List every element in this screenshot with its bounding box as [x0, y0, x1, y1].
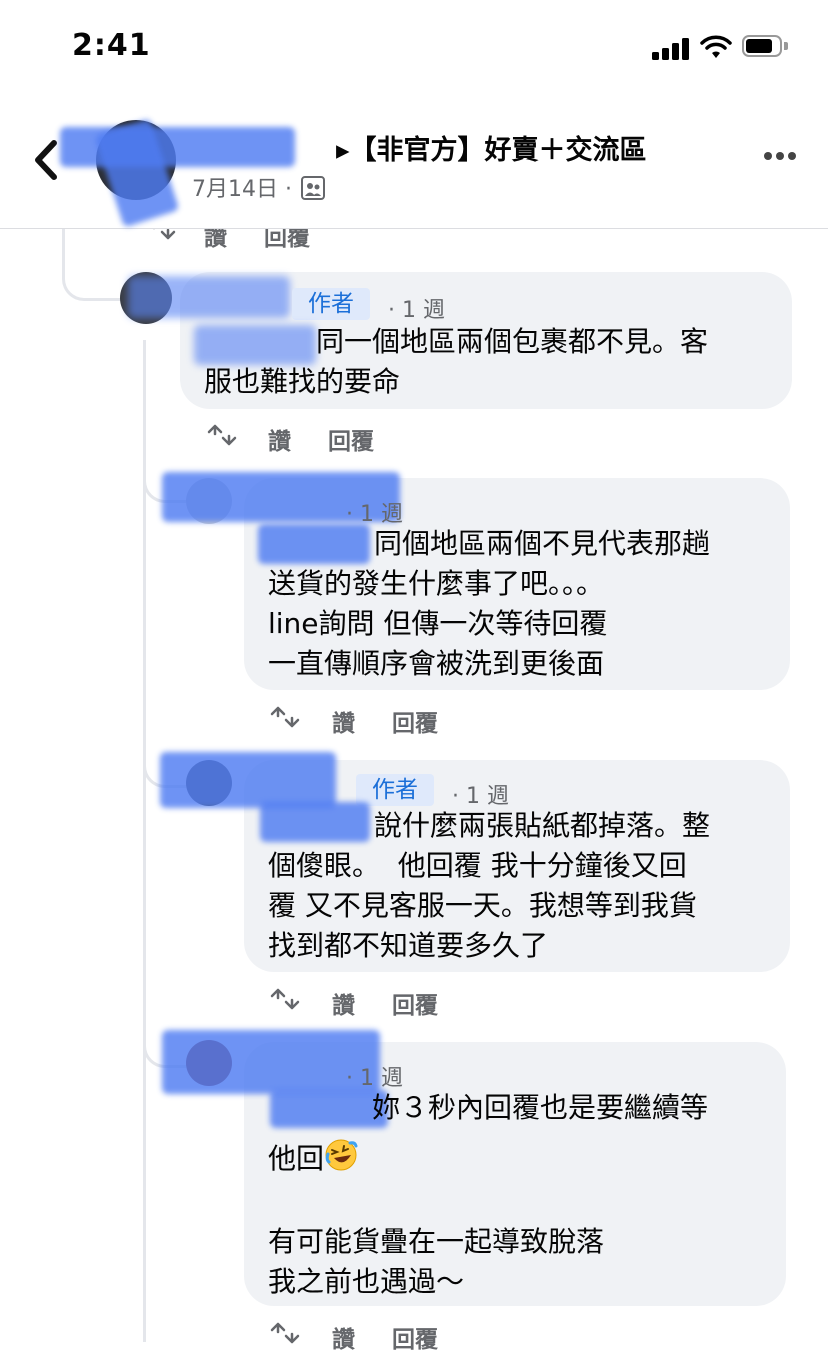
- like-button[interactable]: 讚: [332, 986, 355, 1020]
- status-time: 2:41: [72, 28, 151, 63]
- comment-text-line: 同一個地區兩個包裹都不見。客: [316, 325, 709, 358]
- comment-text-line: 他回: [268, 1138, 358, 1179]
- comment-text-line: 同個地區兩個不見代表那趟: [374, 527, 711, 560]
- comment-text-line: line詢問 但傳一次等待回覆: [268, 607, 608, 640]
- comment-text-line: 有可能貨疊在一起導致脫落: [268, 1225, 605, 1258]
- post-date: 7月14日 ·: [192, 171, 325, 203]
- like-button[interactable]: 讚: [332, 1320, 355, 1354]
- comment-text-line: 妳３秒內回覆也是要繼續等: [372, 1091, 709, 1124]
- group-icon: [300, 176, 325, 200]
- comment-text-line: 找到都不知道要多久了: [268, 929, 549, 962]
- share-icon[interactable]: [268, 700, 302, 734]
- more-options-icon[interactable]: [760, 149, 800, 163]
- group-title[interactable]: ▸【非官方】好賣＋交流區: [336, 128, 647, 167]
- wifi-icon: [700, 35, 732, 58]
- reply-button[interactable]: 回覆: [328, 422, 374, 456]
- comment-time[interactable]: · 1 週: [388, 292, 445, 324]
- author-badge: 作者: [356, 774, 434, 806]
- share-icon[interactable]: [268, 982, 302, 1016]
- rolling-laughing-emoji: [325, 1139, 358, 1171]
- battery-icon: [742, 35, 788, 59]
- post-header: ▸【非官方】好賣＋交流區 7月14日 ·: [0, 95, 828, 229]
- comment-text-line: 覆 又不見客服一天。我想等到我貨: [268, 889, 697, 922]
- comment-text-line: 我之前也遇過～: [268, 1265, 465, 1298]
- comment-text-line: 送貨的發生什麼事了吧。。。: [268, 567, 605, 600]
- share-icon[interactable]: [205, 418, 239, 452]
- like-button[interactable]: 讚: [332, 704, 355, 738]
- like-button[interactable]: 讚: [268, 422, 291, 456]
- comment-text-line: 個傻眼。 他回覆 我十分鐘後又回: [268, 849, 687, 882]
- thread-connector: [62, 228, 127, 301]
- comment-text-line: 一直傳順序會被洗到更後面: [268, 647, 605, 680]
- author-badge: 作者: [292, 288, 370, 320]
- reply-button[interactable]: 回覆: [392, 986, 438, 1020]
- reply-button[interactable]: 回覆: [392, 704, 438, 738]
- cellular-signal-icon: [652, 38, 690, 60]
- reply-button[interactable]: 回覆: [392, 1320, 438, 1354]
- share-icon[interactable]: [268, 1316, 302, 1350]
- comment-text-line: 服也難找的要命: [204, 365, 401, 398]
- comment-text-line: 說什麼兩張貼紙都掉落。整: [374, 809, 711, 842]
